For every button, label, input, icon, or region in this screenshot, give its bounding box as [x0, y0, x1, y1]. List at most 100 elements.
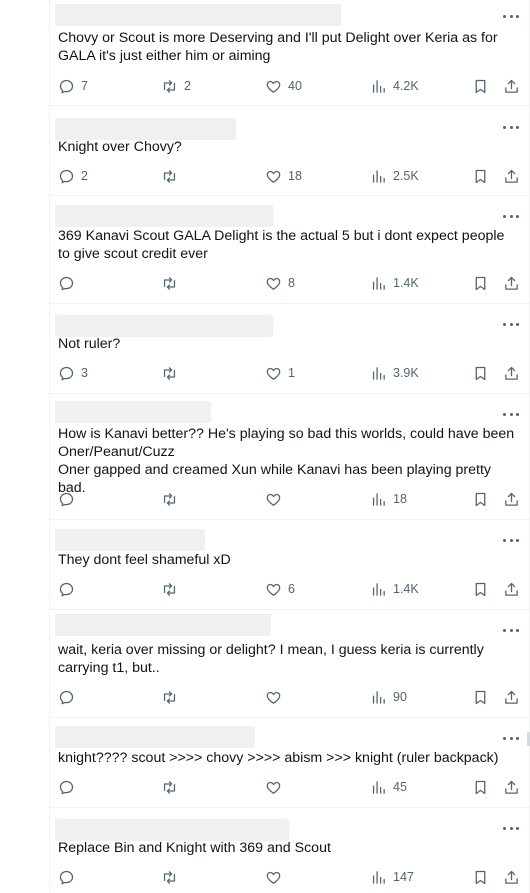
more-options-icon[interactable]	[503, 321, 519, 327]
share-button[interactable]	[503, 166, 520, 186]
like-button[interactable]: 8	[265, 273, 295, 293]
reply-card[interactable]: Replace Bin and Knight with 369 and Scou…	[50, 808, 529, 893]
bookmark-button[interactable]	[472, 76, 489, 96]
bookmark-icon	[475, 492, 486, 506]
bookmark-icon	[475, 169, 486, 183]
repost-button[interactable]	[161, 579, 184, 599]
reply-count: 7	[81, 79, 88, 93]
reply-button[interactable]	[58, 687, 81, 707]
share-icon	[505, 492, 518, 506]
reply-button[interactable]	[58, 489, 81, 509]
bookmark-icon	[475, 276, 486, 290]
heart-icon	[266, 691, 281, 704]
reply-button[interactable]	[58, 777, 81, 797]
action-bar: 2 18 2.5K	[50, 166, 529, 186]
reply-card[interactable]: Chovy or Scout is more Deserving and I'l…	[50, 0, 529, 106]
repost-icon	[163, 169, 176, 183]
bookmark-icon	[475, 582, 486, 596]
reply-card[interactable]: wait, keria over missing or delight? I m…	[50, 610, 529, 718]
like-button[interactable]	[265, 489, 288, 509]
like-button[interactable]: 18	[265, 166, 302, 186]
reply-card[interactable]: knight???? scout >>>> chovy >>>> abism >…	[50, 718, 529, 808]
bookmark-button[interactable]	[472, 777, 489, 797]
views-button[interactable]: 1.4K	[370, 579, 419, 599]
author-name-redacted	[55, 4, 341, 26]
like-button[interactable]	[265, 777, 288, 797]
bookmark-button[interactable]	[472, 489, 489, 509]
repost-button[interactable]	[161, 363, 184, 383]
reply-icon	[59, 366, 74, 380]
view-count: 1.4K	[393, 276, 419, 290]
views-button[interactable]: 147	[370, 867, 414, 887]
repost-button[interactable]: 2	[161, 76, 191, 96]
more-options-icon[interactable]	[503, 124, 519, 130]
share-button[interactable]	[503, 777, 520, 797]
reply-card[interactable]: 369 Kanavi Scout GALA Delight is the act…	[50, 196, 529, 304]
more-options-icon[interactable]	[503, 627, 519, 633]
like-button[interactable]: 40	[265, 76, 302, 96]
reply-card[interactable]: How is Kanavi better?? He's playing so b…	[50, 394, 529, 520]
like-button[interactable]: 1	[265, 363, 295, 383]
share-button[interactable]	[503, 687, 520, 707]
repost-icon	[163, 780, 176, 794]
reply-icon	[59, 582, 74, 596]
bookmark-button[interactable]	[472, 687, 489, 707]
view-count: 45	[393, 780, 407, 794]
reply-button[interactable]	[58, 273, 81, 293]
repost-button[interactable]	[161, 867, 184, 887]
bookmark-button[interactable]	[472, 867, 489, 887]
repost-button[interactable]	[161, 273, 184, 293]
share-button[interactable]	[503, 76, 520, 96]
bookmark-button[interactable]	[472, 166, 489, 186]
heart-icon	[266, 781, 281, 794]
repost-button[interactable]	[161, 777, 184, 797]
bookmark-button[interactable]	[472, 273, 489, 293]
reply-icon	[59, 492, 74, 506]
reply-button[interactable]	[58, 867, 81, 887]
share-button[interactable]	[503, 363, 520, 383]
repost-button[interactable]	[161, 166, 184, 186]
reply-card[interactable]: They dont feel shameful xD 6 1.4K	[50, 520, 529, 610]
views-button[interactable]: 4.2K	[370, 76, 419, 96]
repost-button[interactable]	[161, 687, 184, 707]
analytics-icon	[372, 582, 385, 596]
reply-button[interactable]: 3	[58, 363, 88, 383]
more-options-icon[interactable]	[503, 13, 519, 19]
action-bar: 45	[50, 777, 529, 797]
reply-icon	[59, 870, 74, 884]
more-options-icon[interactable]	[503, 411, 519, 417]
like-button[interactable]	[265, 867, 288, 887]
more-options-icon[interactable]	[503, 735, 519, 741]
bookmark-button[interactable]	[472, 579, 489, 599]
more-options-icon[interactable]	[503, 213, 519, 219]
views-button[interactable]: 2.5K	[370, 166, 419, 186]
reply-card[interactable]: Not ruler? 3 1 3.9K	[50, 304, 529, 394]
repost-button[interactable]	[161, 489, 184, 509]
reply-button[interactable]: 2	[58, 166, 88, 186]
reply-button[interactable]: 7	[58, 76, 88, 96]
like-button[interactable]	[265, 687, 288, 707]
views-button[interactable]: 3.9K	[370, 363, 419, 383]
share-button[interactable]	[503, 489, 520, 509]
reply-button[interactable]	[58, 579, 81, 599]
action-bar: 3 1 3.9K	[50, 363, 529, 383]
share-button[interactable]	[503, 273, 520, 293]
reply-card[interactable]: Knight over Chovy? 2 18 2.5K	[50, 106, 529, 196]
views-button[interactable]: 18	[370, 489, 407, 509]
bookmark-button[interactable]	[472, 363, 489, 383]
share-button[interactable]	[503, 579, 520, 599]
more-options-icon[interactable]	[503, 825, 519, 831]
views-button[interactable]: 45	[370, 777, 407, 797]
views-button[interactable]: 1.4K	[370, 273, 419, 293]
reply-text: knight???? scout >>>> chovy >>>> abism >…	[58, 750, 499, 766]
analytics-icon	[372, 870, 385, 884]
share-icon	[505, 690, 518, 704]
like-button[interactable]: 6	[265, 579, 295, 599]
reply-text: Knight over Chovy?	[58, 139, 182, 155]
more-options-icon[interactable]	[503, 537, 519, 543]
view-count: 147	[393, 870, 414, 884]
heart-icon	[266, 871, 281, 884]
view-count: 1.4K	[393, 582, 419, 596]
views-button[interactable]: 90	[370, 687, 407, 707]
share-button[interactable]	[503, 867, 520, 887]
